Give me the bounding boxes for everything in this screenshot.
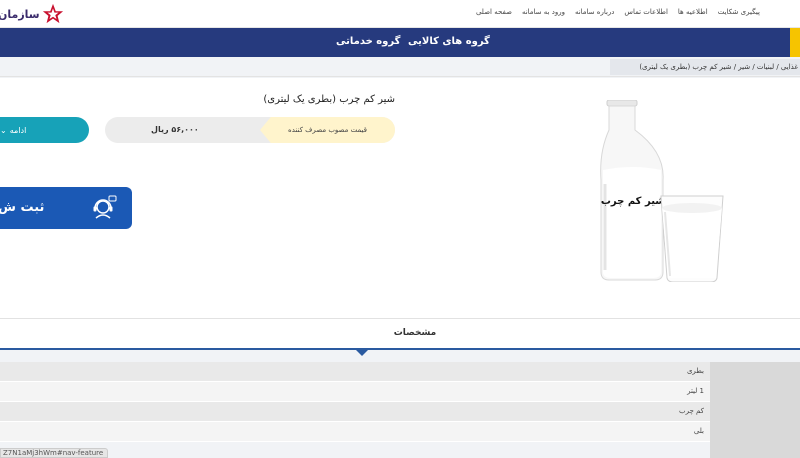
top-link-contact[interactable]: اطلاعات تماس <box>624 8 668 16</box>
product-panel: شیر کم چرب (بطری یک لیتری) قیمت مصوب مصر… <box>0 78 800 318</box>
top-link-login[interactable]: ورود به سامانه <box>522 8 565 16</box>
breadcrumb-bar: غذایی / لبنیات / شیر / شیر کم چرب (بطری … <box>0 57 800 77</box>
spec-value: 1 لیتر <box>687 387 704 395</box>
side-gray-area <box>710 362 800 458</box>
register-button[interactable]: ثبت ش <box>0 187 132 229</box>
table-row: بلی <box>0 422 710 442</box>
breadcrumb: غذایی / لبنیات / شیر / شیر کم چرب (بطری … <box>610 59 800 75</box>
top-link-announcements[interactable]: اطلاعیه ها <box>678 8 708 16</box>
site-logo[interactable]: سازمان <box>0 2 64 26</box>
top-link-complaint[interactable]: پیگیری شکایت <box>718 8 760 16</box>
continue-button[interactable]: ادامه ⌄ <box>0 117 89 143</box>
price-value: ۵۶,۰۰۰ ریال <box>151 125 199 134</box>
product-image: شیر کم چرب <box>600 100 724 282</box>
star-logo-icon <box>42 3 63 24</box>
status-url: Z7N1aMj3hWm#nav-feature <box>0 448 109 458</box>
top-links: صفحه اصلی ورود به سامانه درباره سامانه ا… <box>476 8 760 16</box>
top-link-about[interactable]: درباره سامانه <box>575 8 614 16</box>
logo-text: سازمان <box>0 7 40 21</box>
nav-accent-button[interactable] <box>790 28 800 57</box>
nav-services-group[interactable]: گروه خدماتی <box>336 36 400 47</box>
spec-value: بلی <box>693 427 704 435</box>
spec-value: بطری <box>686 367 704 375</box>
table-row: کم چرب <box>0 402 710 422</box>
table-row: 1 لیتر <box>0 382 710 402</box>
top-bar: سازمان صفحه اصلی ورود به سامانه درباره س… <box>0 0 800 28</box>
support-agent-icon <box>93 195 117 219</box>
bottle-label: شیر کم چرب <box>601 196 665 207</box>
spec-value: کم چرب <box>679 407 704 415</box>
tab-specs[interactable]: مشخصات <box>0 328 800 338</box>
top-link-home[interactable]: صفحه اصلی <box>476 8 512 16</box>
price-box: قیمت مصوب مصرف کننده ۵۶,۰۰۰ ریال <box>105 117 395 143</box>
product-title: شیر کم چرب (بطری یک لیتری) <box>263 94 395 105</box>
table-row: بطری <box>0 362 710 382</box>
main-nav: گروه های کالایی گروه خدماتی <box>0 28 800 57</box>
chevron-down-icon: ⌄ <box>0 125 7 135</box>
tab-indicator-arrow <box>355 349 369 356</box>
specs-table: بطری 1 لیتر کم چرب بلی <box>0 362 710 442</box>
continue-label: ادامه <box>9 125 27 135</box>
breadcrumb-text[interactable]: غذایی / لبنیات / شیر / شیر کم چرب (بطری … <box>639 63 798 71</box>
price-label: قیمت مصوب مصرف کننده <box>260 117 395 143</box>
specs-tab-bar: مشخصات <box>0 318 800 350</box>
nav-goods-group[interactable]: گروه های کالایی <box>408 36 490 47</box>
register-label: ثبت ش <box>0 200 45 215</box>
